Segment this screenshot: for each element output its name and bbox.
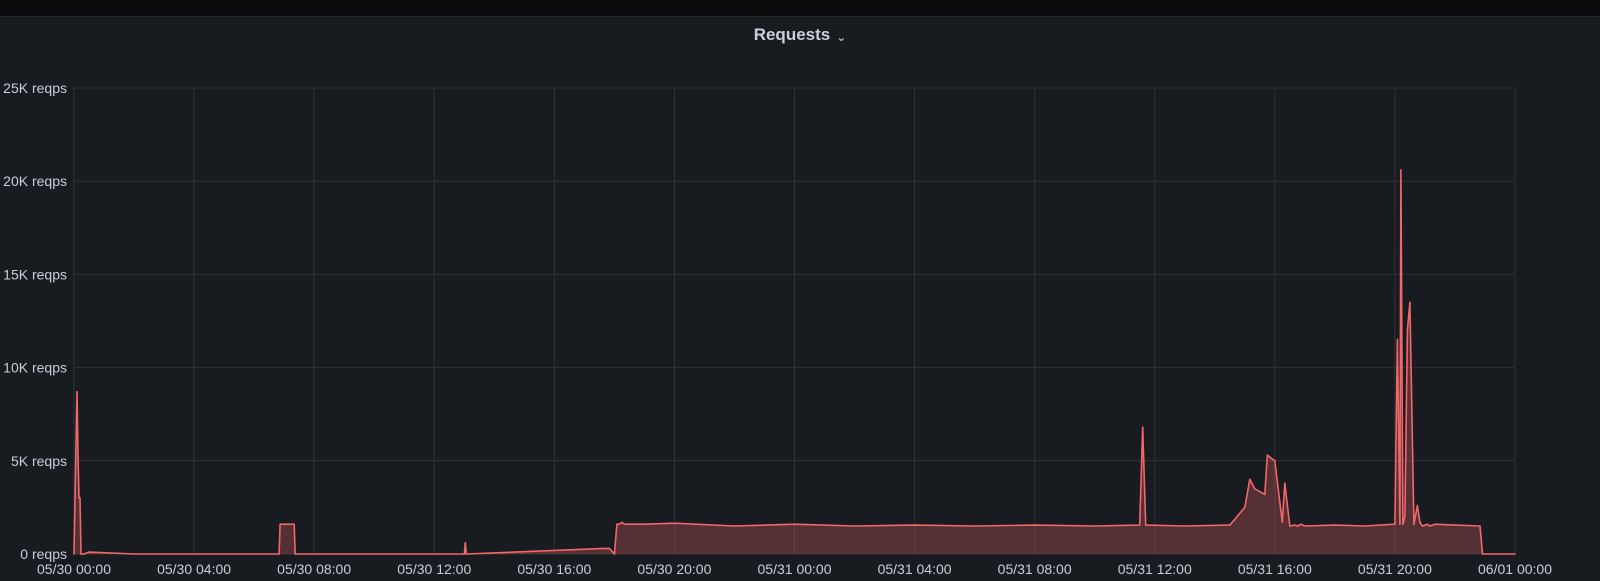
- data-point: [1141, 426, 1144, 429]
- data-point: [1144, 524, 1147, 526]
- data-point: [1300, 523, 1302, 525]
- data-point: [1093, 525, 1096, 527]
- data-point: [1254, 488, 1256, 490]
- data-point: [1284, 482, 1286, 485]
- data-point: [1033, 524, 1036, 526]
- data-point: [733, 525, 736, 527]
- y-tick-label: 0 reqps: [20, 546, 67, 562]
- data-point: [1304, 525, 1306, 527]
- data-point: [465, 553, 468, 555]
- data-point: [1406, 329, 1409, 332]
- data-point: [77, 454, 79, 457]
- data-point: [279, 523, 281, 525]
- data-point: [1400, 169, 1402, 171]
- data-point: [1424, 524, 1426, 526]
- data-point: [79, 497, 81, 499]
- x-tick-label: 06/01 00:00: [1478, 561, 1552, 577]
- x-axis-labels: 05/30 00:00 05/30 04:00 05/30 08:00 05/30 1…: [37, 561, 1552, 577]
- data-point: [1394, 523, 1396, 525]
- y-tick-label: 10K reqps: [3, 360, 67, 376]
- y-tick-label: 20K reqps: [3, 173, 67, 189]
- data-point: [1249, 478, 1251, 481]
- data-point: [793, 523, 796, 525]
- data-point: [463, 553, 466, 555]
- x-tick-label: 05/31 16:00: [1238, 561, 1312, 577]
- data-point: [1229, 524, 1231, 526]
- data-point: [623, 523, 626, 525]
- data-point: [603, 547, 606, 550]
- data-point: [1479, 525, 1481, 527]
- data-point: [618, 523, 621, 525]
- grid-lines: [73, 87, 1516, 555]
- data-point: [1396, 338, 1399, 341]
- data-point: [88, 551, 90, 553]
- data-point: [1404, 515, 1406, 518]
- x-tick-label: 05/30 04:00: [157, 561, 231, 577]
- data-point: [1294, 524, 1296, 526]
- x-tick-label: 05/30 16:00: [517, 561, 591, 577]
- data-point: [616, 523, 618, 525]
- x-tick-label: 05/30 08:00: [277, 561, 351, 577]
- x-tick-label: 05/30 12:00: [397, 561, 471, 577]
- data-point: [1426, 523, 1429, 525]
- data-point: [1416, 504, 1419, 507]
- x-tick-label: 05/31 08:00: [998, 561, 1072, 577]
- data-point: [1289, 525, 1291, 527]
- data-point: [1419, 521, 1421, 524]
- x-tick-label: 05/31 20:00: [1358, 561, 1432, 577]
- data-point: [1244, 506, 1246, 509]
- data-point: [621, 521, 623, 524]
- y-tick-label: 15K reqps: [3, 266, 67, 282]
- data-point: [1421, 525, 1424, 527]
- data-point: [1297, 525, 1299, 527]
- data-point: [1454, 524, 1456, 526]
- data-point: [1413, 523, 1415, 525]
- data-point: [1274, 460, 1276, 462]
- data-point: [73, 553, 75, 555]
- data-point: [643, 523, 646, 525]
- data-point: [1264, 493, 1266, 496]
- data-point: [1364, 525, 1366, 527]
- y-tick-label: 5K reqps: [11, 453, 67, 469]
- data-point: [76, 391, 78, 393]
- requests-chart: 0 reqps 5K reqps 10K reqps 15K reqps 20K req…: [3, 80, 1552, 577]
- data-point: [1402, 523, 1404, 525]
- data-point: [1138, 524, 1141, 526]
- data-point: [1334, 524, 1336, 526]
- data-point: [613, 553, 616, 555]
- data-point: [913, 524, 916, 526]
- y-tick-label: 25K reqps: [3, 80, 67, 96]
- top-strip: [0, 0, 1600, 16]
- data-point: [1399, 523, 1401, 525]
- x-tick-label: 05/31 00:00: [758, 561, 832, 577]
- data-point: [1281, 521, 1284, 524]
- data-point: [1481, 553, 1484, 555]
- x-tick-label: 05/30 00:00: [37, 561, 111, 577]
- data-point: [1499, 553, 1501, 555]
- data-point: [1266, 454, 1269, 457]
- data-point: [294, 553, 297, 555]
- data-point: [1409, 301, 1411, 304]
- x-tick-label: 05/31 12:00: [1118, 561, 1192, 577]
- data-point: [1184, 525, 1186, 527]
- x-tick-label: 05/31 04:00: [878, 561, 952, 577]
- y-axis-labels: 0 reqps 5K reqps 10K reqps 15K reqps 20K req…: [3, 80, 67, 562]
- data-point: [853, 525, 856, 527]
- data-point: [278, 553, 280, 555]
- data-point: [1434, 523, 1436, 525]
- data-point: [464, 542, 467, 544]
- data-point: [673, 522, 676, 524]
- data-point: [1514, 553, 1516, 555]
- data-point: [83, 553, 85, 555]
- data-point: [133, 553, 135, 555]
- data-point: [1429, 525, 1431, 527]
- requests-panel: Requests ⌄ 0 reqps 5K reqps 10K reqps 15K r…: [0, 16, 1600, 581]
- data-point: [608, 547, 611, 550]
- data-point: [973, 525, 976, 527]
- x-tick-label: 05/30 20:00: [637, 561, 711, 577]
- data-point: [293, 523, 296, 525]
- data-point: [81, 553, 83, 555]
